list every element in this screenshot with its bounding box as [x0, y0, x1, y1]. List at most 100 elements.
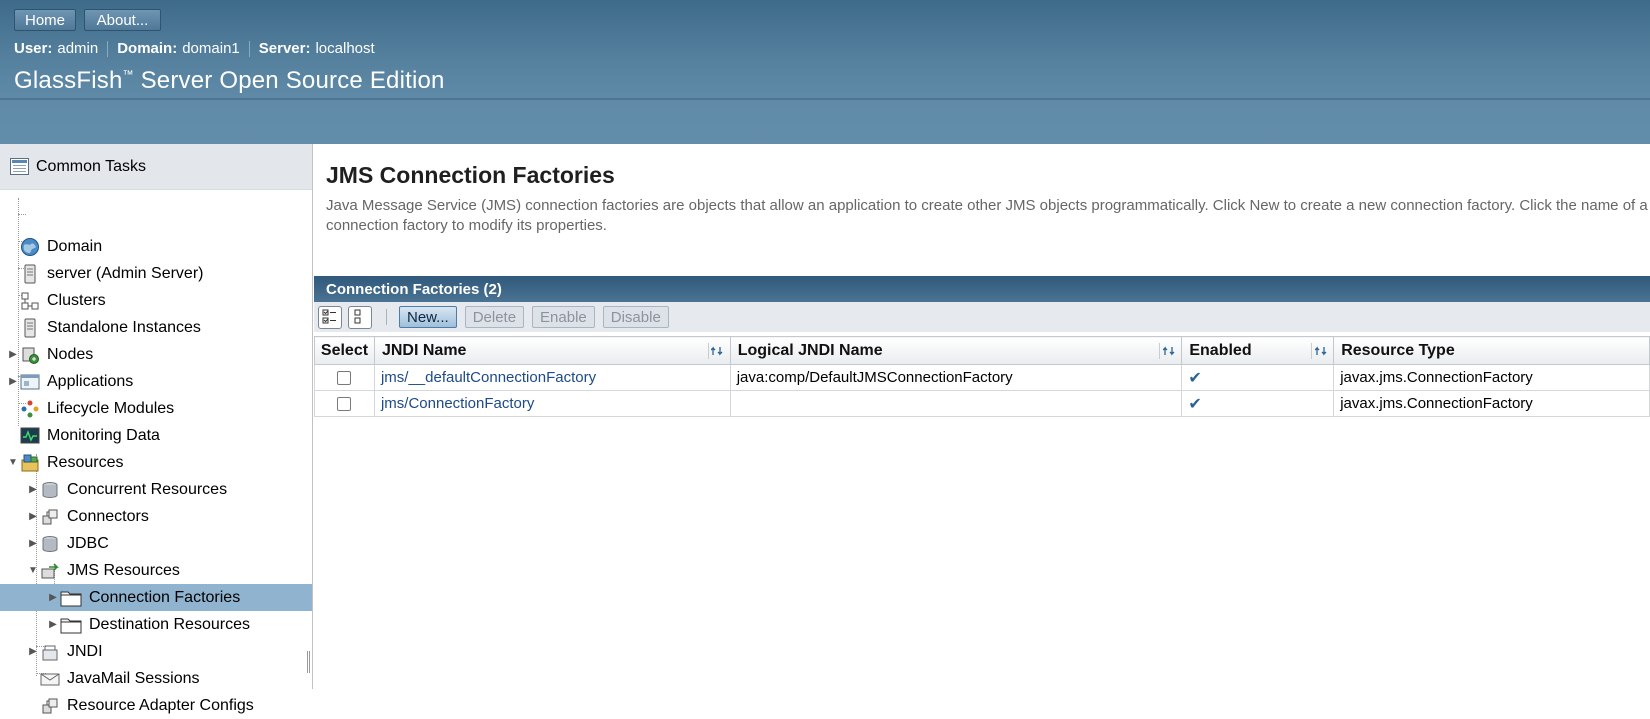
resources-icon — [20, 453, 40, 473]
tree-item-label: Lifecycle Modules — [47, 399, 175, 417]
table-actions-bar: New... Delete Enable Disable — [314, 302, 1650, 332]
tree-item-clusters[interactable]: Clusters — [6, 287, 106, 314]
trademark: ™ — [122, 69, 134, 81]
tree-item-server[interactable]: server (Admin Server) — [6, 260, 203, 287]
tree-item-standalone-instances[interactable]: Standalone Instances — [6, 314, 201, 341]
globe-icon — [20, 237, 40, 257]
jndi-name-cell: jms/__defaultConnectionFactory — [373, 364, 731, 391]
server-label: Server: — [258, 40, 311, 57]
column-header-select: Select — [314, 336, 375, 365]
resource-type-cell: javax.jms.ConnectionFactory — [1333, 390, 1650, 417]
about-button[interactable]: About... — [84, 9, 161, 31]
tree-item-jndi[interactable]: ▶ JNDI — [26, 638, 103, 665]
column-header-resource-type[interactable]: Resource Type — [1333, 336, 1650, 365]
row-checkbox[interactable] — [337, 371, 352, 386]
divider — [107, 40, 109, 57]
tree-item-connectors[interactable]: ▶ Connectors — [26, 503, 149, 530]
collapse-arrow-icon[interactable]: ▼ — [26, 565, 40, 576]
tree-item-monitoring-data[interactable]: Monitoring Data — [6, 422, 160, 449]
tree-item-label: JMS Resources — [67, 561, 180, 579]
sort-icon[interactable] — [707, 343, 726, 359]
user-info: User: admin Domain: domain1 Server: loca… — [14, 40, 375, 57]
cluster-icon — [20, 291, 40, 311]
column-header-jndi-name[interactable]: JNDI Name — [373, 336, 731, 365]
masthead-divider — [0, 98, 1650, 100]
sort-icon[interactable] — [1311, 343, 1329, 359]
expand-arrow-icon[interactable]: ▶ — [46, 619, 60, 630]
delete-button[interactable]: Delete — [464, 306, 525, 328]
table-header-row: Select JNDI Name Logical JNDI Name Enabl… — [314, 336, 1650, 365]
expand-arrow-icon[interactable]: ▶ — [6, 349, 20, 360]
column-header-enabled[interactable]: Enabled — [1181, 336, 1335, 365]
expand-arrow-icon[interactable]: ▶ — [26, 538, 40, 549]
expand-arrow-icon[interactable]: ▶ — [26, 484, 40, 495]
content-panel: JMS Connection Factories Java Message Se… — [314, 144, 1650, 689]
column-header-logical-jndi-name[interactable]: Logical JNDI Name — [729, 336, 1183, 365]
tree-item-javamail-sessions[interactable]: JavaMail Sessions — [26, 665, 200, 692]
collapse-arrow-icon[interactable]: ▼ — [6, 457, 20, 468]
database-icon — [40, 480, 60, 500]
tree-item-resource-adapter-configs[interactable]: Resource Adapter Configs — [26, 692, 254, 719]
expand-arrow-icon[interactable]: ▶ — [26, 646, 40, 657]
sort-icon[interactable] — [1159, 343, 1177, 359]
tree-item-destination-resources[interactable]: ▶ Destination Resources — [46, 611, 250, 638]
tree-item-label: JDBC — [67, 534, 109, 552]
page-help-text: Java Message Service (JMS) connection fa… — [326, 197, 1648, 234]
home-button[interactable]: Home — [14, 9, 76, 31]
tree-item-applications[interactable]: ▶ Applications — [6, 368, 133, 395]
tree-item-jms-resources[interactable]: ▼ JMS Resources — [26, 557, 180, 584]
tree-item-label: Connection Factories — [89, 588, 241, 606]
tree-item-lifecycle-modules[interactable]: Lifecycle Modules — [6, 395, 174, 422]
row-checkbox[interactable] — [337, 397, 352, 412]
tree-item-domain[interactable]: Domain — [6, 233, 102, 260]
connector-icon — [40, 696, 60, 716]
tree-item-label: Destination Resources — [89, 615, 250, 633]
tree-item-label: JNDI — [67, 642, 103, 660]
column-header-label: Resource Type — [1341, 341, 1455, 359]
lifecycle-icon — [20, 399, 40, 419]
expand-arrow-icon[interactable]: ▶ — [26, 511, 40, 522]
common-tasks-header[interactable]: Common Tasks — [0, 144, 312, 190]
select-all-icon — [322, 309, 336, 324]
expand-arrow-icon[interactable]: ▶ — [46, 592, 60, 603]
checkmark-icon: ✔ — [1188, 395, 1202, 413]
domain-label: Domain: — [117, 40, 178, 57]
panel-splitter-handle[interactable] — [307, 651, 311, 673]
column-header-label: JNDI Name — [381, 341, 467, 359]
tree-item-jdbc[interactable]: ▶ JDBC — [26, 530, 109, 557]
checkmark-icon: ✔ — [1188, 369, 1202, 387]
enabled-cell: ✔ — [1181, 364, 1335, 391]
new-button[interactable]: New... — [399, 306, 457, 328]
tree-item-label: Clusters — [47, 291, 106, 309]
deselect-all-icon — [354, 309, 361, 324]
tree-item-label: Domain — [47, 237, 103, 255]
divider — [248, 40, 250, 57]
column-header-label: Logical JNDI Name — [737, 341, 883, 359]
jndi-name-cell: jms/ConnectionFactory — [373, 390, 731, 417]
logical-jndi-name-cell — [729, 390, 1183, 417]
tree-item-label: Nodes — [47, 345, 94, 363]
jndi-icon — [40, 642, 60, 662]
tree-line — [18, 214, 26, 215]
expand-arrow-icon[interactable]: ▶ — [6, 376, 20, 387]
select-all-button[interactable] — [318, 305, 342, 329]
jndi-name-link[interactable]: jms/ConnectionFactory — [381, 395, 534, 412]
tree-item-concurrent-resources[interactable]: ▶ Concurrent Resources — [26, 476, 227, 503]
domain-value: domain1 — [182, 40, 240, 57]
table-title: Connection Factories (2) — [314, 276, 1650, 302]
enable-button[interactable]: Enable — [532, 306, 595, 328]
connector-icon — [40, 507, 60, 527]
tree-item-resources[interactable]: ▼ Resources — [6, 449, 123, 476]
monitor-icon — [20, 426, 40, 446]
tree-item-label: Connectors — [67, 507, 149, 525]
jndi-name-link[interactable]: jms/__defaultConnectionFactory — [381, 369, 596, 386]
tree-item-label: Standalone Instances — [47, 318, 201, 336]
tree-item-connection-factories[interactable]: ▶ Connection Factories — [0, 584, 312, 611]
disable-button[interactable]: Disable — [602, 306, 669, 328]
row-select-cell — [314, 390, 375, 417]
user-label: User: — [14, 40, 53, 57]
tree-item-nodes[interactable]: ▶ Nodes — [6, 341, 93, 368]
server-icon — [20, 264, 40, 284]
page-title: JMS Connection Factories — [326, 162, 615, 188]
deselect-all-button[interactable] — [348, 305, 372, 329]
